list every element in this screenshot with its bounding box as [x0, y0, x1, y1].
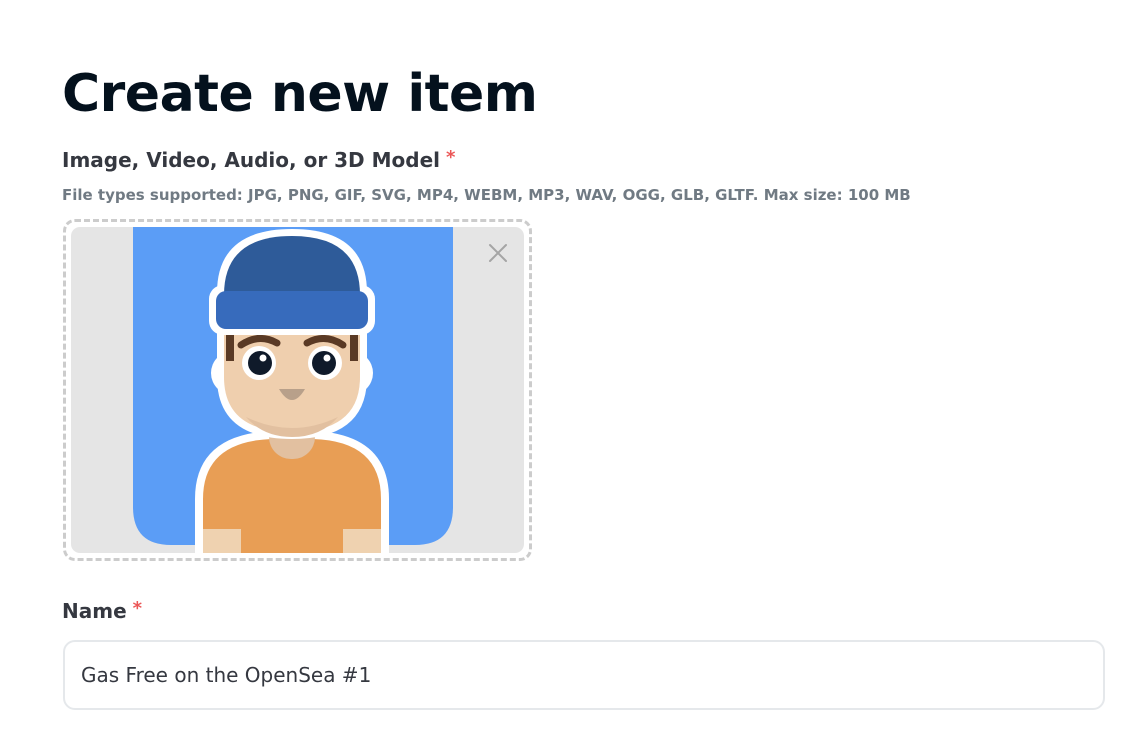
avatar-preview-image [133, 227, 453, 553]
name-input[interactable] [63, 640, 1105, 710]
create-item-page: Create new item Image, Video, Audio, or … [0, 0, 1142, 738]
media-field-label-text: Image, Video, Audio, or 3D Model [62, 148, 440, 172]
name-field-label-text: Name [62, 599, 127, 623]
name-field-label: Name * [62, 598, 142, 624]
remove-media-button[interactable] [486, 241, 510, 265]
media-field-label: Image, Video, Audio, or 3D Model * [62, 147, 455, 173]
media-preview [71, 227, 524, 553]
required-asterisk: * [446, 147, 456, 168]
media-dropzone[interactable] [63, 219, 532, 561]
page-title: Create new item [62, 64, 538, 124]
file-types-hint: File types supported: JPG, PNG, GIF, SVG… [62, 186, 911, 204]
required-asterisk: * [132, 598, 143, 619]
close-icon [489, 244, 507, 262]
